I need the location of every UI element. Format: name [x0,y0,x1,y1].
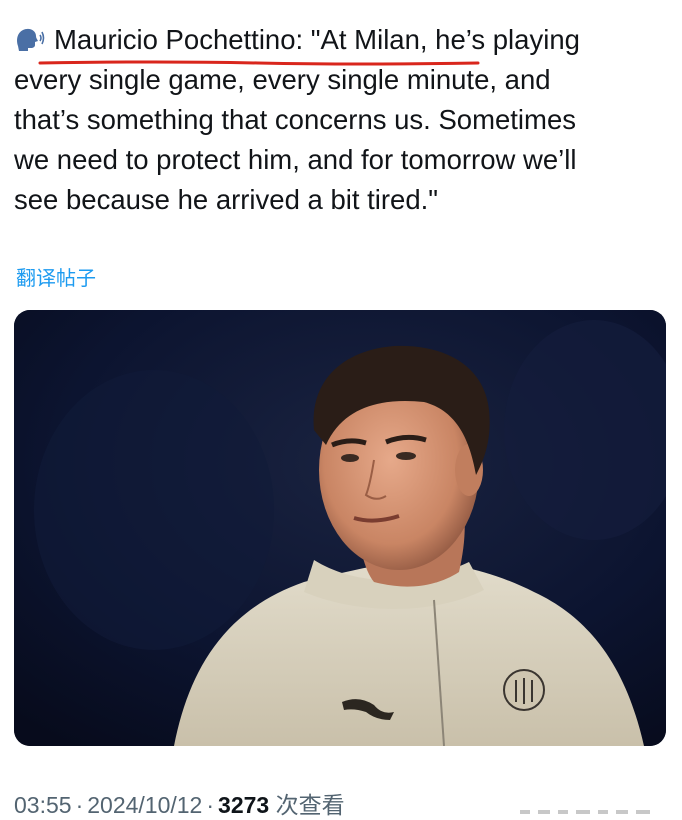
tweet-line-4: we need to protect him, and for tomorrow… [14,144,577,175]
speaking-head-icon [17,28,45,51]
tweet-line-1: Mauricio Pochettino: "At Milan, he’s pla… [14,20,664,60]
tweet-line-1-text: Mauricio Pochettino: "At Milan, he’s pla… [54,24,580,55]
views-count: 3273 [218,792,270,818]
tweet-line-3: that’s something that concerns us. Somet… [14,104,576,135]
meta-separator: · [206,792,215,818]
watermark-mark [520,810,650,814]
red-underline-annotation [38,60,480,66]
views-label: 次查看 [275,793,345,819]
player-photo [14,310,666,746]
tweet-date[interactable]: 2024/10/12 [87,792,202,818]
translate-post-link[interactable]: 翻译帖子 [16,262,96,291]
tweet-meta: 03:55 · 2024/10/12 · 3273 次查看 [14,786,345,820]
tweet-media-image[interactable] [14,310,666,746]
tweet-line-5: see because he arrived a bit tired." [14,184,439,215]
tweet-text: Mauricio Pochettino: "At Milan, he’s pla… [14,20,664,220]
meta-separator: · [75,792,84,818]
tweet-time[interactable]: 03:55 [14,792,72,818]
